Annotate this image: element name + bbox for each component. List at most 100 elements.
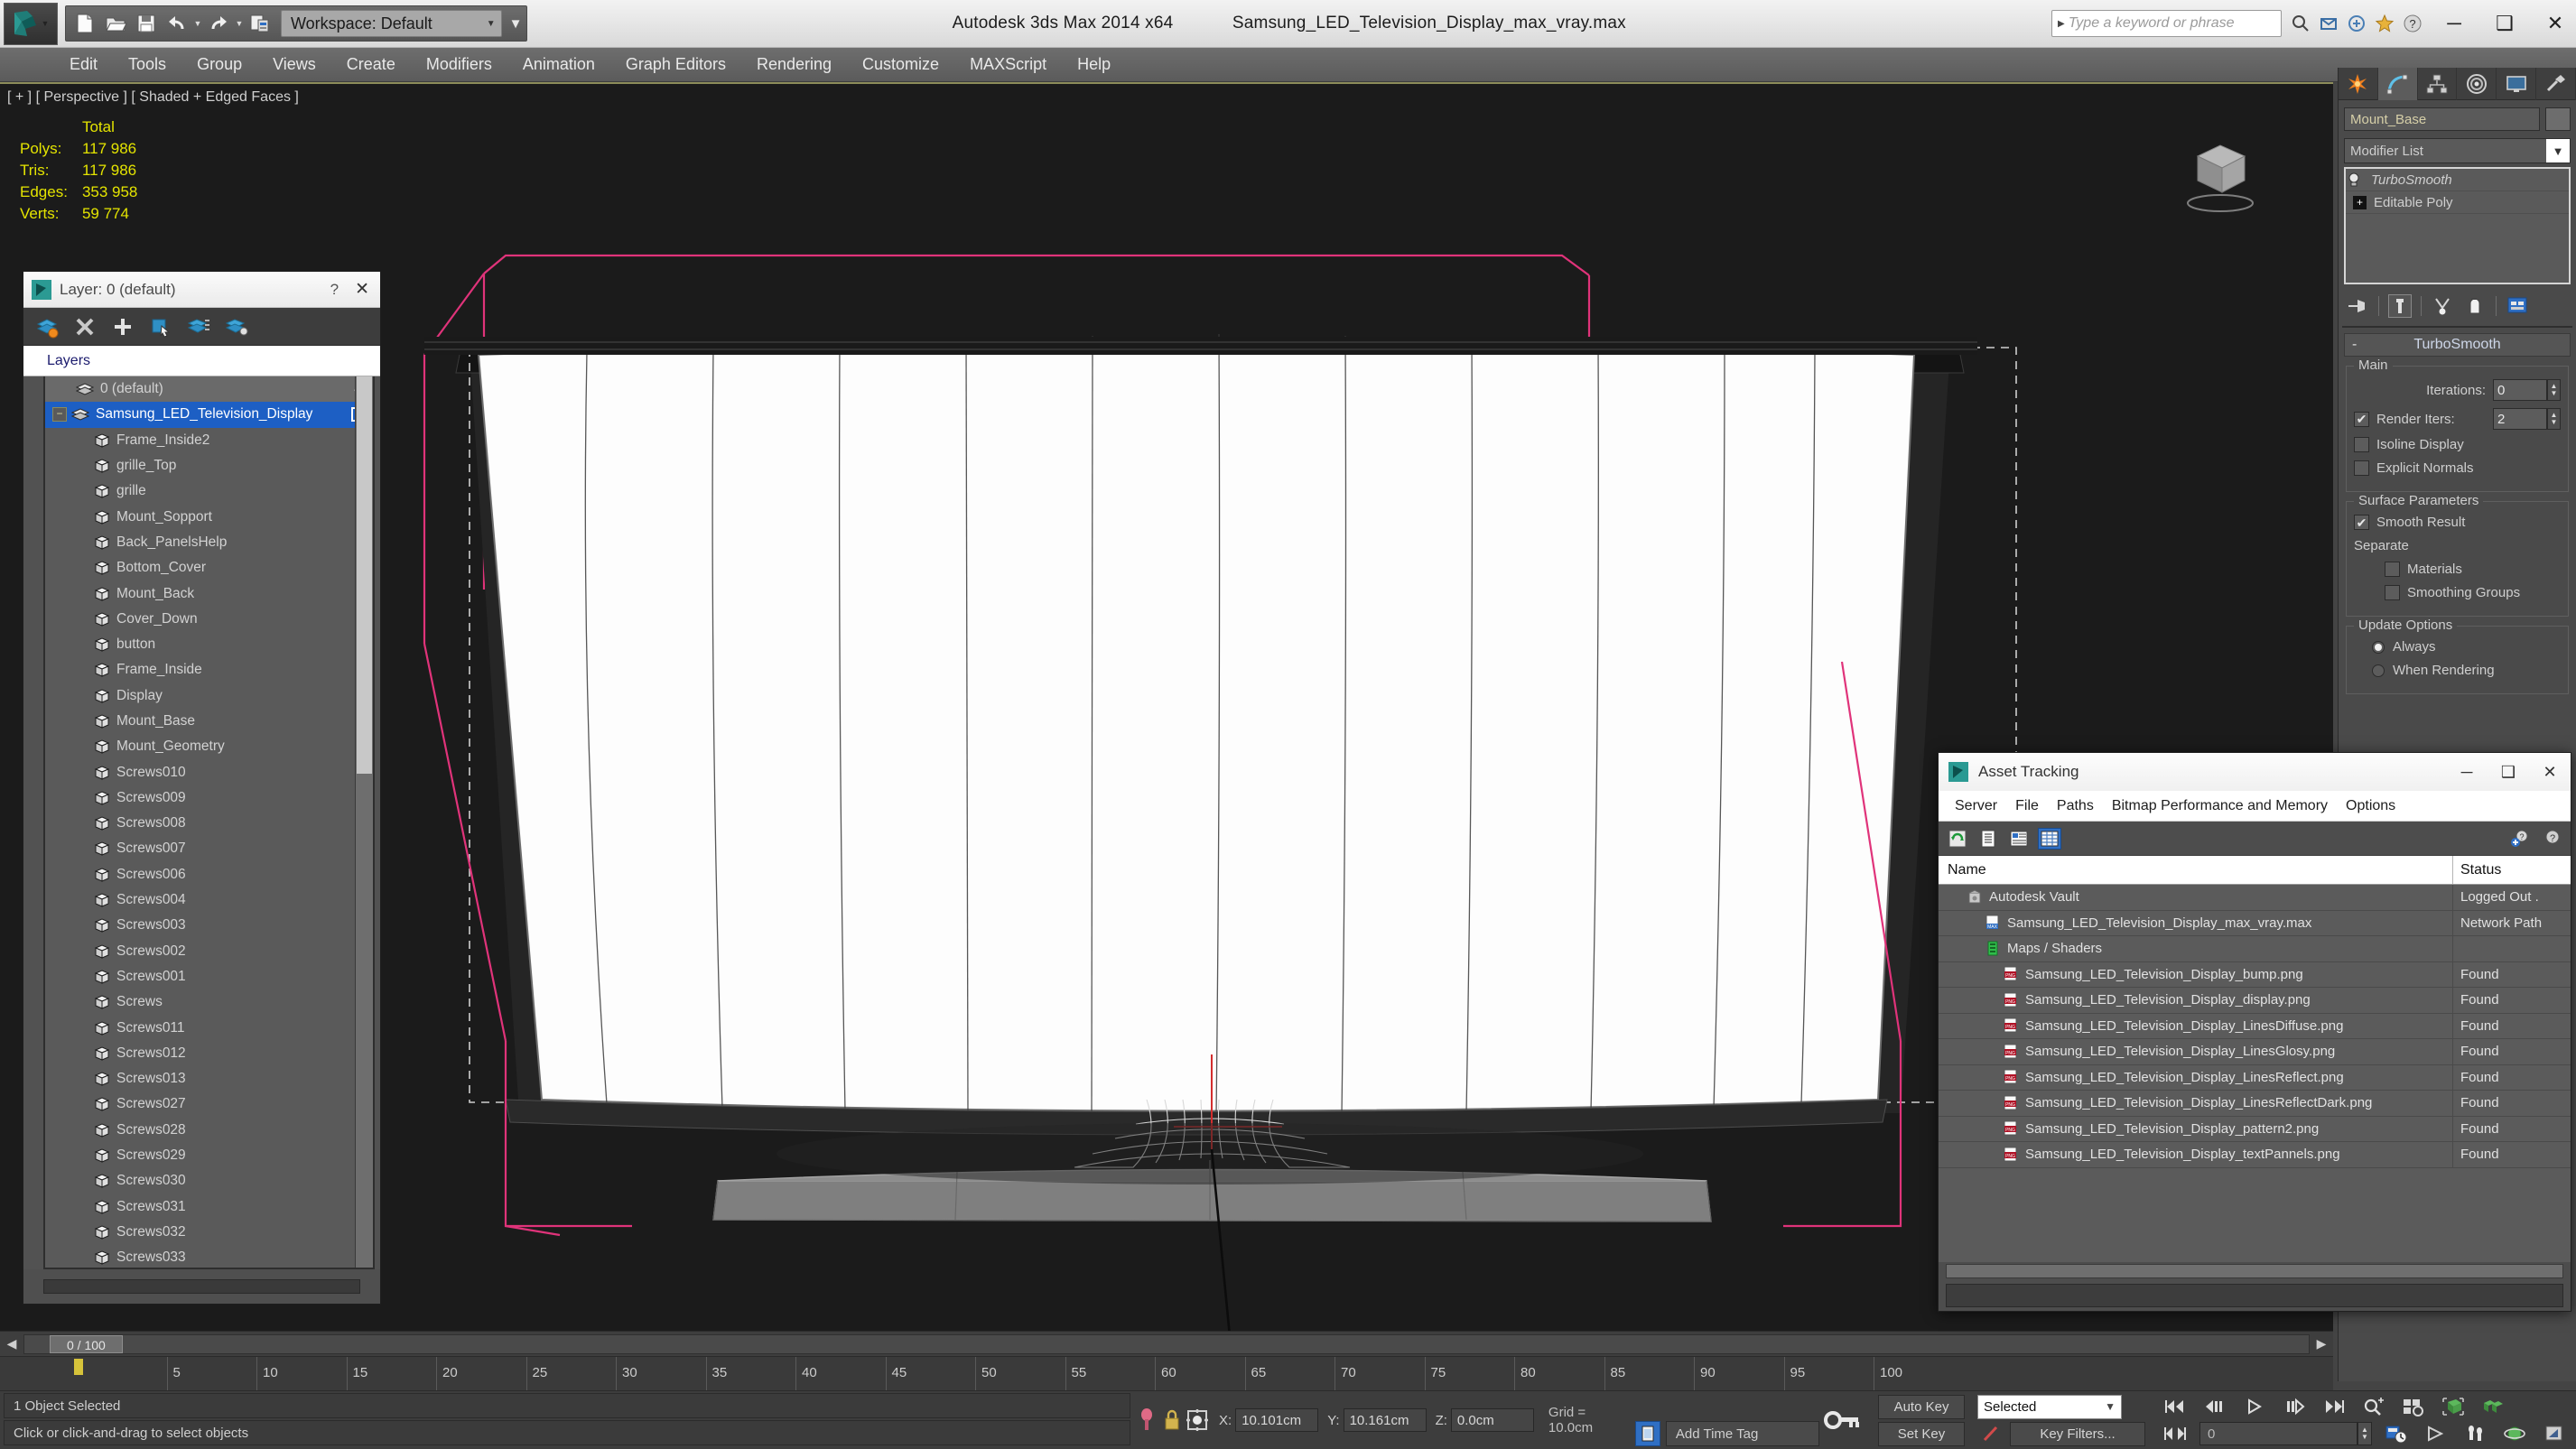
layer-close-button[interactable]: ✕ — [355, 279, 369, 300]
current-frame-field[interactable]: 0 — [2199, 1422, 2358, 1445]
add-time-tag-button[interactable]: Add Time Tag — [1665, 1421, 1819, 1446]
layer-scroll-thumb[interactable] — [357, 376, 372, 774]
time-slider-track[interactable]: 0 / 100 — [23, 1333, 2310, 1354]
layer-object-row[interactable]: Screws — [45, 989, 373, 1015]
set-key-toggle-icon[interactable] — [1977, 1422, 2004, 1446]
layer-object-row[interactable]: Screws013 — [45, 1066, 373, 1091]
menu-item-rendering[interactable]: Rendering — [741, 48, 847, 82]
layer-help-button[interactable]: ? — [330, 281, 339, 299]
asset-hscrollbar[interactable] — [1946, 1264, 2563, 1278]
column-header-name[interactable]: Name — [1939, 856, 2453, 884]
layer-object-row[interactable]: Screws011 — [45, 1015, 373, 1040]
new-file-icon[interactable] — [70, 8, 100, 39]
chevron-down-icon[interactable]: ▼ — [2105, 1400, 2121, 1413]
pin-stack-icon[interactable] — [2346, 294, 2369, 318]
subscription-center-icon[interactable] — [2345, 12, 2368, 35]
asset-table-row[interactable]: PNG Samsung_LED_Television_Display_bump.p… — [1939, 961, 2571, 988]
layer-object-row[interactable]: Frame_Inside2 — [45, 428, 373, 453]
rollout-header-turbosmooth[interactable]: - TurboSmooth — [2344, 333, 2571, 357]
render-iters-spinner[interactable]: 2 ▲ ▼ — [2493, 408, 2561, 430]
z-coordinate-field[interactable]: 0.0cm — [1450, 1408, 1534, 1432]
update-always-row[interactable]: Always — [2354, 639, 2561, 655]
new-layer-icon[interactable] — [34, 314, 60, 339]
go-to-start-icon[interactable] — [2160, 1394, 2190, 1419]
smoothing-groups-checkbox[interactable] — [2385, 585, 2400, 600]
smooth-result-checkbox[interactable]: ✔ — [2354, 515, 2369, 530]
close-button[interactable]: ✕ — [2543, 12, 2567, 35]
layer-object-row[interactable]: Bottom_Cover — [45, 555, 373, 581]
absolute-relative-mode-icon[interactable] — [1185, 1392, 1210, 1448]
list-view-icon[interactable] — [1976, 828, 2000, 850]
layer-object-row[interactable]: Mount_Sopport — [45, 504, 373, 529]
asset-table-row[interactable]: PNG Samsung_LED_Television_Display_textPa… — [1939, 1142, 2571, 1168]
layer-row[interactable]: − Samsung_LED_Television_Display — [45, 402, 373, 428]
layer-object-row[interactable]: Screws010 — [45, 759, 373, 785]
set-current-layer-icon[interactable] — [186, 314, 211, 339]
make-unique-icon[interactable] — [2431, 294, 2454, 318]
asset-table-row[interactable]: MAX Samsung_LED_Television_Display_max_vr… — [1939, 910, 2571, 936]
y-coordinate-field[interactable]: 10.161cm — [1343, 1408, 1427, 1432]
delete-layer-icon[interactable] — [72, 314, 98, 339]
menu-item-views[interactable]: Views — [257, 48, 331, 82]
layer-explorer-dialog[interactable]: Layer: 0 (default) ? ✕ Layers 0 (default… — [23, 271, 381, 1305]
view-cube[interactable] — [2171, 120, 2270, 219]
layer-object-row[interactable]: Screws002 — [45, 939, 373, 964]
timeline-prev-arrow-icon[interactable]: ◀ — [0, 1336, 23, 1351]
walk-through-icon[interactable] — [2460, 1421, 2491, 1446]
layer-object-row[interactable]: Screws032 — [45, 1220, 373, 1245]
asset-menu-options[interactable]: Options — [2337, 798, 2404, 814]
layer-object-row[interactable]: grille — [45, 478, 373, 504]
viewport-label[interactable]: [ + ] [ Perspective ] [ Shaded + Edged F… — [7, 89, 299, 106]
selection-lock-icon[interactable] — [1159, 1392, 1185, 1448]
menu-item-help[interactable]: Help — [1062, 48, 1126, 82]
update-when-rendering-radio[interactable] — [2372, 664, 2385, 677]
utilities-tab-icon[interactable] — [2536, 68, 2576, 100]
asset-table-row[interactable]: PNG Samsung_LED_Television_Display_patter… — [1939, 1116, 2571, 1142]
menu-item-group[interactable]: Group — [181, 48, 257, 82]
spinner-arrows-icon[interactable]: ▲ ▼ — [2547, 408, 2561, 430]
asset-table-row[interactable]: PNG Samsung_LED_Television_Display_LinesR… — [1939, 1064, 2571, 1091]
redo-icon[interactable] — [203, 8, 234, 39]
display-tab-icon[interactable] — [2497, 68, 2537, 100]
add-vault-icon[interactable]: ? — [2509, 828, 2533, 850]
iterations-spinner[interactable]: 0 ▲ ▼ — [2493, 379, 2561, 401]
layer-object-row[interactable]: Cover_Down — [45, 607, 373, 632]
undo-dropdown-caret-icon[interactable]: ▼ — [192, 19, 203, 28]
update-when-rendering-row[interactable]: When Rendering — [2354, 663, 2561, 678]
layer-object-row[interactable]: Screws009 — [45, 785, 373, 811]
layer-object-row[interactable]: Screws028 — [45, 1118, 373, 1143]
asset-table-row[interactable]: PNG Samsung_LED_Television_Display_LinesR… — [1939, 1091, 2571, 1117]
key-mode-icon[interactable] — [2160, 1421, 2190, 1446]
add-time-tag-icon[interactable] — [1634, 1421, 1660, 1446]
layer-object-row[interactable]: Mount_Base — [45, 709, 373, 734]
layer-properties-icon[interactable] — [224, 314, 249, 339]
materials-checkbox[interactable] — [2385, 562, 2400, 577]
help-icon[interactable]: ? — [2401, 12, 2424, 35]
modifier-stack[interactable]: TurboSmooth + Editable Poly — [2344, 167, 2571, 284]
application-menu-button[interactable]: ▼ — [4, 2, 58, 45]
smooth-result-row[interactable]: ✔ Smooth Result — [2354, 515, 2561, 530]
layer-object-row[interactable]: Display — [45, 683, 373, 709]
iterations-value[interactable]: 0 — [2493, 379, 2547, 401]
time-configuration-icon[interactable] — [2381, 1421, 2412, 1446]
zoom-all-icon[interactable] — [2398, 1394, 2429, 1419]
asset-menu-file[interactable]: File — [2006, 798, 2048, 814]
layer-object-row[interactable]: grille_Top — [45, 453, 373, 478]
menu-item-customize[interactable]: Customize — [847, 48, 954, 82]
layer-object-row[interactable]: Screws027 — [45, 1091, 373, 1117]
select-objects-icon[interactable] — [148, 314, 173, 339]
menu-item-maxscript[interactable]: MAXScript — [954, 48, 1062, 82]
update-always-radio[interactable] — [2372, 640, 2385, 654]
layer-hscrollbar[interactable] — [43, 1279, 360, 1294]
maximize-button[interactable]: ❑ — [2493, 12, 2516, 35]
modifier-stack-item-turbosmooth[interactable]: TurboSmooth — [2346, 169, 2569, 191]
timeline-next-arrow-icon[interactable]: ▶ — [2310, 1336, 2333, 1351]
object-name-field[interactable]: Mount_Base — [2344, 107, 2540, 131]
menu-item-edit[interactable]: Edit — [54, 48, 113, 82]
search-icon[interactable] — [2289, 12, 2312, 35]
layer-object-row[interactable]: Screws001 — [45, 964, 373, 989]
layer-object-row[interactable]: Mount_Back — [45, 581, 373, 606]
create-tab-icon[interactable] — [2339, 68, 2378, 100]
layer-object-row[interactable]: Screws006 — [45, 862, 373, 887]
go-to-end-icon[interactable] — [2319, 1394, 2349, 1419]
